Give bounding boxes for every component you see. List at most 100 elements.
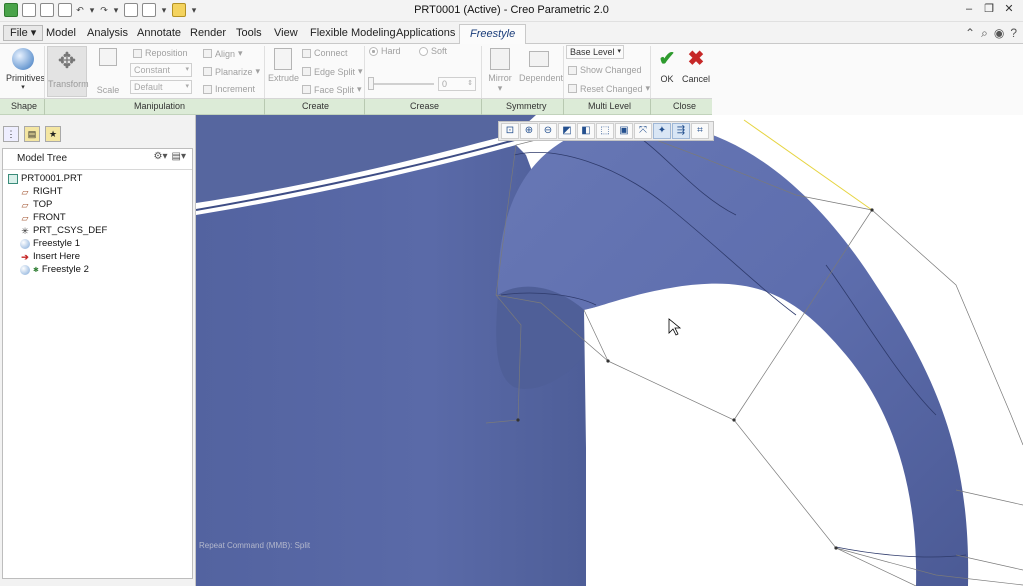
close-icon[interactable]: ✕ <box>1003 3 1015 15</box>
tree-item-right[interactable]: ▱ RIGHT <box>20 186 63 197</box>
face-split-label: Face Split <box>314 84 355 95</box>
zoom-in-icon[interactable]: ⊕ <box>520 123 538 139</box>
repaint-icon[interactable]: ◩ <box>558 123 576 139</box>
group-create: Create <box>302 101 330 111</box>
search-icon[interactable]: ⌕ <box>981 26 988 41</box>
tree-item-label: PRT0001.PRT <box>21 173 83 184</box>
help-center-icon[interactable]: ◉ <box>994 26 1004 41</box>
reset-changed-icon <box>568 84 577 93</box>
csys-icon: ✳ <box>21 225 29 236</box>
reposition-label: Reposition <box>145 48 188 58</box>
default-select[interactable]: Default ▾ <box>130 80 192 94</box>
tree-show-icon[interactable]: ▤▾ <box>172 151 186 162</box>
cage-vertex[interactable] <box>870 208 874 212</box>
show-changed-button[interactable]: Show Changed <box>568 65 642 75</box>
tree-item-freestyle-2[interactable]: ✱ Freestyle 2 <box>20 264 89 275</box>
file-menu-button[interactable]: File ▾ <box>3 25 44 41</box>
transform-button[interactable]: ✥ Transform <box>47 46 89 97</box>
hard-radio[interactable]: Hard <box>369 46 401 56</box>
model-tree-title: Model Tree <box>17 153 68 164</box>
align-button[interactable]: Align ▾ <box>203 48 243 59</box>
tab-flexible-modeling[interactable]: Flexible Modeling <box>310 27 396 39</box>
navigator-tabs: ⋮ ▤ ★ <box>3 126 61 142</box>
cancel-x-icon: ✖ <box>687 48 705 70</box>
cage-vertex[interactable] <box>516 418 520 422</box>
tab-analysis[interactable]: Analysis <box>87 27 128 39</box>
refit-icon[interactable]: ⊡ <box>501 123 519 139</box>
model-view[interactable] <box>196 115 1023 586</box>
model-tree-tab-icon[interactable]: ⋮ <box>3 126 19 142</box>
reposition-button[interactable]: Reposition <box>133 48 188 58</box>
dependent-label: Dependent <box>519 73 564 83</box>
ok-button[interactable]: ✔ OK <box>654 48 680 84</box>
restore-icon[interactable]: ❐ <box>983 3 995 15</box>
tab-render[interactable]: Render <box>190 27 226 39</box>
cage-vertex[interactable] <box>732 418 736 422</box>
planarize-button[interactable]: Planarize ▾ <box>203 66 260 77</box>
display-style-icon[interactable]: ◧ <box>577 123 595 139</box>
model-tree-tools: ⚙▾ ▤▾ <box>154 151 186 162</box>
scale-button[interactable]: Scale <box>92 48 124 95</box>
datum-plane-icon: ▱ <box>21 199 29 210</box>
favorites-tab-icon[interactable]: ★ <box>45 126 61 142</box>
constant-select[interactable]: Constant ▾ <box>130 63 192 77</box>
minimize-icon[interactable]: – <box>963 3 975 15</box>
extrude-button[interactable]: Extrude <box>268 48 300 83</box>
insert-arrow-icon: ➔ <box>21 251 29 262</box>
tab-tools[interactable]: Tools <box>236 27 262 39</box>
level-select[interactable]: Base Level ▾ <box>566 45 624 59</box>
increment-button[interactable]: Increment <box>203 84 255 94</box>
tree-item-part[interactable]: PRT0001.PRT <box>8 173 82 184</box>
radio-icon <box>419 46 428 56</box>
window-title: PRT0001 (Active) - Creo Parametric 2.0 <box>414 4 609 16</box>
tab-annotate[interactable]: Annotate <box>137 27 181 39</box>
status-message: Repeat Command (MMB): Split <box>199 541 311 550</box>
planarize-icon <box>203 67 212 76</box>
tab-model[interactable]: Model <box>46 27 76 39</box>
crease-slider-handle[interactable] <box>368 77 374 90</box>
reset-changed-button[interactable]: Reset Changed ▾ <box>568 83 650 94</box>
tree-settings-icon[interactable]: ⚙▾ <box>154 151 168 162</box>
hard-label: Hard <box>381 46 401 56</box>
control-cage <box>955 489 1023 506</box>
dependent-button[interactable]: Dependent <box>519 48 564 83</box>
cancel-button[interactable]: ✖ Cancel <box>681 48 711 84</box>
ok-label: OK <box>660 74 674 84</box>
spin-center-icon[interactable]: ✦ <box>653 123 671 139</box>
minimize-ribbon-icon[interactable]: ⌃ <box>965 26 975 41</box>
tree-item-csys[interactable]: ✳ PRT_CSYS_DEF <box>20 225 107 236</box>
saved-orientations-icon[interactable]: ⬚ <box>596 123 614 139</box>
tree-item-front[interactable]: ▱ FRONT <box>20 212 66 223</box>
face-split-button[interactable]: Face Split ▾ <box>302 84 362 95</box>
folder-browser-tab-icon[interactable]: ▤ <box>24 126 40 142</box>
extrude-label: Extrude <box>268 73 300 83</box>
mirror-button[interactable]: Mirror ▾ <box>485 48 515 94</box>
checkmark-icon: ✔ <box>658 48 676 70</box>
crease-slider[interactable] <box>370 83 434 85</box>
cage-vertex[interactable] <box>834 546 838 550</box>
soft-radio[interactable]: Soft <box>419 46 447 56</box>
spinner-icon[interactable]: ⇕ <box>467 79 473 87</box>
view-manager-icon[interactable]: ▣ <box>615 123 633 139</box>
graphics-window[interactable]: ⊡ ⊕ ⊖ ◩ ◧ ⬚ ▣ ⤧ ✦ ⇶ ⌗ Repeat Command (MM… <box>196 115 1023 586</box>
transform-icon: ✥ <box>57 48 77 73</box>
connect-button[interactable]: Connect <box>302 48 348 58</box>
tree-item-top[interactable]: ▱ TOP <box>20 199 53 210</box>
annotation-display-icon[interactable]: ⇶ <box>672 123 690 139</box>
cage-vertex[interactable] <box>606 359 610 363</box>
tree-item-freestyle-1[interactable]: Freestyle 1 <box>20 238 80 249</box>
tab-view[interactable]: View <box>274 27 298 39</box>
edge-split-button[interactable]: Edge Split ▾ <box>302 66 363 77</box>
tab-freestyle[interactable]: Freestyle <box>459 24 527 44</box>
tree-item-label: Freestyle 2 <box>41 264 89 275</box>
primitives-button[interactable]: Primitives ▾ <box>6 48 45 91</box>
tab-applications[interactable]: Applications <box>396 27 455 39</box>
crease-value-field[interactable]: 0 ⇕ <box>438 77 476 91</box>
title-bar: ↶ ▾ ↷ ▾ ▾ ▾ PRT0001 (Active) - Creo Para… <box>0 0 1023 22</box>
datum-display-icon[interactable]: ⤧ <box>634 123 652 139</box>
cage-display-icon[interactable]: ⌗ <box>691 123 709 139</box>
tree-item-insert-here[interactable]: ➔ Insert Here <box>20 251 80 262</box>
help-icon[interactable]: ? <box>1010 26 1017 41</box>
zoom-out-icon[interactable]: ⊖ <box>539 123 557 139</box>
show-changed-icon <box>568 65 577 75</box>
